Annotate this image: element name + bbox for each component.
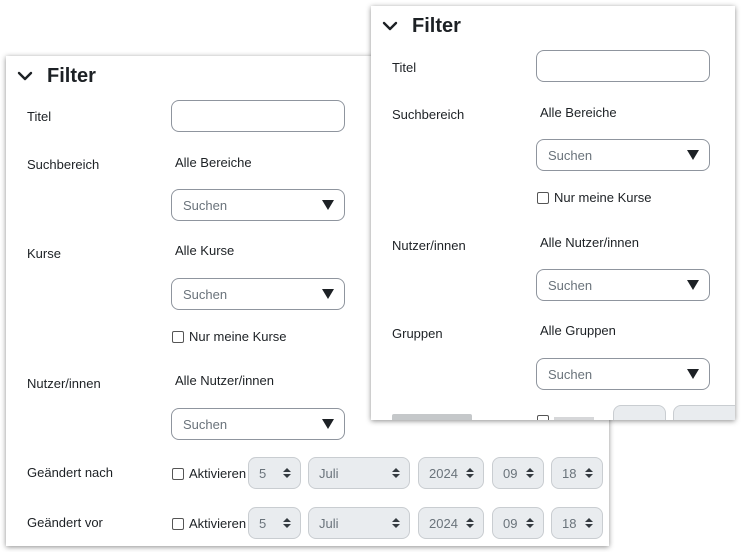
- courses-label: Kurse: [27, 246, 61, 261]
- courses-placeholder: Suchen: [183, 286, 228, 302]
- courses-select[interactable]: Suchen: [171, 278, 345, 310]
- modified-after-minute-select[interactable]: 18: [551, 457, 603, 489]
- title-label: Titel: [392, 60, 417, 75]
- minute-value: 18: [562, 515, 577, 531]
- checkbox-icon[interactable]: [537, 415, 549, 420]
- modified-before-day-select[interactable]: 5: [248, 507, 301, 539]
- modified-before-month-select[interactable]: Juli: [308, 507, 410, 539]
- up-down-arrows-icon: [526, 518, 534, 528]
- groups-select[interactable]: Suchen: [536, 358, 710, 390]
- up-down-arrows-icon: [392, 468, 400, 478]
- caret-down-icon: [687, 150, 699, 160]
- caret-down-icon: [687, 280, 699, 290]
- search-area-value: Alle Bereiche: [175, 155, 252, 170]
- up-down-arrows-icon: [585, 518, 593, 528]
- up-down-arrows-icon: [466, 468, 474, 478]
- users-select[interactable]: Suchen: [171, 408, 345, 440]
- month-value: Juli: [319, 515, 339, 531]
- users-label: Nutzer/innen: [392, 238, 466, 253]
- checkbox-icon[interactable]: [172, 330, 184, 343]
- filter-title: Filter: [412, 14, 461, 37]
- users-value: Alle Nutzer/innen: [540, 235, 639, 250]
- date-select-fragment[interactable]: [673, 405, 735, 420]
- groups-label: Gruppen: [392, 326, 443, 341]
- up-down-arrows-icon: [392, 518, 400, 528]
- checkbox-icon[interactable]: [537, 191, 549, 204]
- search-area-label: Suchbereich: [27, 157, 100, 172]
- clipped-text-fragment: [554, 417, 594, 420]
- title-label: Titel: [27, 109, 52, 124]
- up-down-arrows-icon: [526, 468, 534, 478]
- up-down-arrows-icon: [283, 468, 291, 478]
- modified-before-label: Geändert vor: [27, 515, 103, 530]
- caret-down-icon: [322, 419, 334, 429]
- up-down-arrows-icon: [466, 518, 474, 528]
- day-value: 5: [259, 465, 267, 481]
- up-down-arrows-icon: [283, 518, 291, 528]
- year-value: 2024: [429, 515, 458, 531]
- day-value: 5: [259, 515, 267, 531]
- modified-after-label: Geändert nach: [27, 465, 114, 480]
- users-label: Nutzer/innen: [27, 376, 101, 391]
- modified-after-month-select[interactable]: Juli: [308, 457, 410, 489]
- year-value: 2024: [429, 465, 458, 481]
- courses-value: Alle Kurse: [175, 243, 235, 258]
- groups-placeholder: Suchen: [548, 366, 593, 382]
- only-my-courses-checkbox[interactable]: Nur meine Kurse: [172, 329, 287, 344]
- users-placeholder: Suchen: [548, 277, 593, 293]
- users-placeholder: Suchen: [183, 416, 228, 432]
- filter-header[interactable]: Filter: [17, 56, 96, 96]
- checkbox-icon[interactable]: [172, 517, 184, 530]
- modified-after-year-select[interactable]: 2024: [418, 457, 484, 489]
- month-value: Juli: [319, 465, 339, 481]
- only-my-courses-checkbox[interactable]: Nur meine Kurse: [537, 190, 652, 205]
- only-my-courses-label: Nur meine Kurse: [189, 329, 287, 344]
- filter-title: Filter: [47, 64, 96, 87]
- caret-down-icon: [322, 200, 334, 210]
- groups-value: Alle Gruppen: [540, 323, 616, 338]
- search-area-label: Suchbereich: [392, 107, 465, 122]
- only-my-courses-label: Nur meine Kurse: [554, 190, 652, 205]
- caret-down-icon: [687, 369, 699, 379]
- enable-label: Aktivieren: [189, 516, 247, 531]
- search-area-placeholder: Suchen: [183, 197, 228, 213]
- hour-value: 09: [503, 465, 518, 481]
- caret-down-icon: [322, 289, 334, 299]
- modified-before-year-select[interactable]: 2024: [418, 507, 484, 539]
- title-input[interactable]: [536, 50, 710, 82]
- search-area-select[interactable]: Suchen: [171, 189, 345, 221]
- modified-before-hour-select[interactable]: 09: [492, 507, 544, 539]
- enable-label: Aktivieren: [189, 466, 247, 481]
- filter-header[interactable]: Filter: [382, 6, 461, 46]
- search-area-value: Alle Bereiche: [540, 105, 617, 120]
- hour-value: 09: [503, 515, 518, 531]
- modified-before-enable[interactable]: Aktivieren: [172, 516, 246, 531]
- date-select-fragment[interactable]: [613, 405, 666, 420]
- minute-value: 18: [562, 465, 577, 481]
- chevron-down-icon[interactable]: [17, 68, 33, 84]
- title-input[interactable]: [171, 100, 345, 132]
- search-area-select[interactable]: Suchen: [536, 139, 710, 171]
- checkbox-icon[interactable]: [172, 467, 184, 480]
- clipped-label-fragment: [392, 414, 482, 420]
- users-value: Alle Nutzer/innen: [175, 373, 274, 388]
- modified-after-hour-select[interactable]: 09: [492, 457, 544, 489]
- search-area-placeholder: Suchen: [548, 147, 593, 163]
- filter-panel-compact: Filter Titel Suchbereich Alle Bereiche S…: [371, 6, 735, 420]
- modified-before-minute-select[interactable]: 18: [551, 507, 603, 539]
- up-down-arrows-icon: [585, 468, 593, 478]
- chevron-down-icon[interactable]: [382, 18, 398, 34]
- modified-after-day-select[interactable]: 5: [248, 457, 301, 489]
- users-select[interactable]: Suchen: [536, 269, 710, 301]
- modified-after-enable[interactable]: Aktivieren: [172, 466, 246, 481]
